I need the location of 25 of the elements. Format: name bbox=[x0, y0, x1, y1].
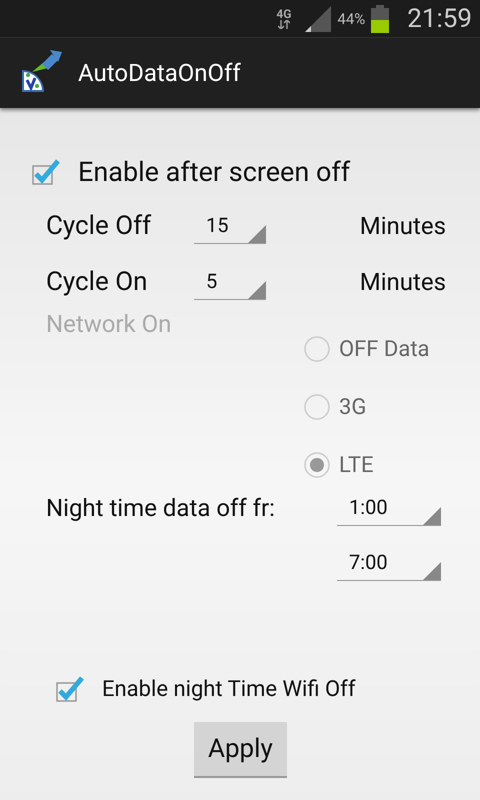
time-dropdown[interactable]: 7:00 bbox=[337, 545, 441, 581]
checkbox-label: Enable night Time Wifi Off bbox=[102, 676, 356, 702]
checkbox[interactable] bbox=[56, 676, 84, 702]
number-dropdown[interactable]: 5 bbox=[194, 264, 266, 300]
radio-label: LTE bbox=[339, 452, 374, 478]
apply-button[interactable]: Apply bbox=[194, 722, 287, 778]
radio-label: 3G bbox=[339, 394, 366, 420]
battery-icon bbox=[371, 4, 390, 32]
unit-label: Minutes bbox=[360, 268, 446, 296]
checkbox-label: Enable after screen off bbox=[78, 156, 350, 188]
app-title: AutoDataOnOff bbox=[78, 59, 241, 87]
field-label: Night time data off fr: bbox=[46, 494, 276, 522]
checkbox[interactable] bbox=[32, 159, 60, 185]
time-dropdown[interactable]: 1:00 bbox=[337, 490, 441, 526]
number-dropdown[interactable]: 15 bbox=[194, 208, 266, 244]
clock: 21:59 bbox=[407, 4, 472, 34]
network-indicator: 4G bbox=[276, 8, 292, 28]
radio-label: OFF Data bbox=[339, 336, 430, 362]
battery-percent: 44% bbox=[337, 10, 366, 28]
unit-label: Minutes bbox=[360, 212, 446, 240]
data-arrows-icon bbox=[278, 20, 290, 28]
field-label: Cycle Off bbox=[46, 211, 152, 241]
signal-icon bbox=[305, 6, 332, 32]
field-label: Network On bbox=[46, 310, 172, 338]
field-label: Cycle On bbox=[46, 267, 148, 297]
